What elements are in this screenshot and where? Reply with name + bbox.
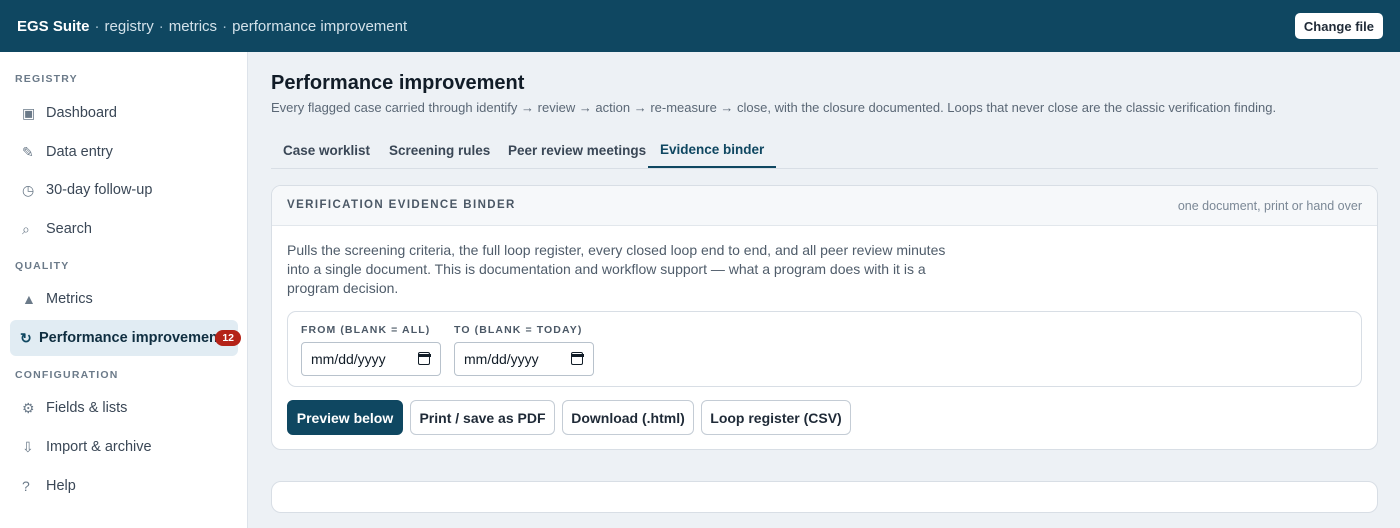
breadcrumb-separator: ·	[158, 17, 164, 35]
sidebar-item-label: Search	[46, 221, 92, 237]
sidebar-item-label: Metrics	[46, 291, 93, 307]
top-bar: EGS Suite · registry · metrics · perform…	[0, 0, 1400, 52]
tab-screening-rules[interactable]: Screening rules	[377, 132, 502, 168]
sidebar-item-label: Dashboard	[46, 105, 117, 121]
breadcrumb-registry[interactable]: registry	[105, 18, 154, 35]
sidebar-item-help[interactable]: ? Help	[10, 468, 238, 504]
page-title: Performance improvement	[271, 72, 525, 94]
sidebar-item-import-archive[interactable]: ⇩ Import & archive	[10, 429, 238, 465]
section-label-configuration: CONFIGURATION	[15, 369, 119, 381]
sidebar-item-label: Fields & lists	[46, 400, 128, 416]
card-note: one document, print or hand over	[1177, 199, 1362, 213]
sidebar-item-label: Import & archive	[46, 439, 152, 455]
gear-icon: ⚙	[22, 399, 35, 416]
breadcrumb-metrics[interactable]: metrics	[169, 18, 217, 35]
from-date-value: mm/dd/yyyy	[311, 351, 386, 367]
to-date-value: mm/dd/yyyy	[464, 351, 539, 367]
section-label-registry: REGISTRY	[15, 73, 78, 85]
sidebar-item-label: 30-day follow-up	[46, 182, 153, 198]
metrics-icon: ▲	[22, 291, 36, 307]
tab-evidence-binder[interactable]: Evidence binder	[648, 132, 777, 168]
sidebar-item-follow-up[interactable]: ◷ 30-day follow-up	[10, 172, 238, 208]
section-label-quality: QUALITY	[15, 260, 70, 272]
loop-icon: ↻	[20, 329, 32, 346]
calendar-icon[interactable]	[417, 352, 431, 365]
page-subtitle: Every flagged case carried through ident…	[271, 100, 1277, 115]
card-title: VERIFICATION EVIDENCE BINDER	[287, 199, 516, 211]
sidebar-item-label: Performance improvement	[39, 330, 223, 346]
card-header: VERIFICATION EVIDENCE BINDER one documen…	[272, 186, 1377, 226]
print-pdf-button[interactable]: Print / save as PDF	[410, 400, 555, 435]
from-date-input[interactable]: mm/dd/yyyy	[301, 342, 441, 376]
pencil-icon: ✎	[22, 143, 34, 160]
preview-below-button[interactable]: Preview below	[287, 400, 403, 435]
download-icon: ⇩	[22, 438, 34, 455]
loop-register-csv-button[interactable]: Loop register (CSV)	[701, 400, 851, 435]
breadcrumb-current: performance improvement	[232, 17, 408, 35]
to-date-input[interactable]: mm/dd/yyyy	[454, 342, 594, 376]
search-icon: ⌕	[22, 220, 30, 237]
preview-card	[271, 481, 1378, 513]
evidence-binder-card: VERIFICATION EVIDENCE BINDER one documen…	[271, 185, 1378, 450]
clock-icon: ◷	[22, 181, 35, 198]
change-file-button[interactable]: Change file	[1294, 13, 1383, 39]
tab-case-worklist[interactable]: Case worklist	[271, 132, 382, 168]
to-label: TO (BLANK = TODAY)	[454, 324, 583, 336]
tab-bar: Case worklist Screening rules Peer revie…	[271, 132, 1378, 169]
breadcrumb-separator: ·	[222, 17, 228, 35]
sidebar-item-metrics[interactable]: ▲ Metrics	[10, 281, 238, 317]
breadcrumb-separator: ·	[94, 17, 100, 35]
app-brand[interactable]: EGS Suite	[17, 18, 90, 35]
sidebar-item-search[interactable]: ⌕ Search	[10, 211, 238, 247]
sidebar-item-fields-lists[interactable]: ⚙ Fields & lists	[10, 390, 238, 426]
sidebar: REGISTRY ▣ Dashboard ✎ Data entry ◷ 30-d…	[0, 52, 248, 528]
sidebar-item-data-entry[interactable]: ✎ Data entry	[10, 134, 238, 170]
card-description: Pulls the screening criteria, the full l…	[287, 242, 946, 296]
date-range-box: FROM (BLANK = ALL) TO (BLANK = TODAY) mm…	[287, 311, 1362, 387]
sidebar-item-dashboard[interactable]: ▣ Dashboard	[10, 95, 238, 131]
sidebar-item-label: Help	[46, 478, 76, 494]
calendar-icon[interactable]	[570, 352, 584, 365]
sidebar-item-performance-improvement[interactable]: ↻ Performance improvement 12	[10, 320, 241, 356]
from-label: FROM (BLANK = ALL)	[301, 324, 431, 336]
sidebar-item-label: Data entry	[46, 144, 113, 160]
dashboard-icon: ▣	[22, 104, 36, 121]
download-html-button[interactable]: Download (.html)	[562, 400, 694, 435]
count-badge: 12	[215, 330, 241, 346]
tab-peer-review-meetings[interactable]: Peer review meetings	[496, 132, 658, 168]
help-icon: ?	[22, 478, 30, 494]
